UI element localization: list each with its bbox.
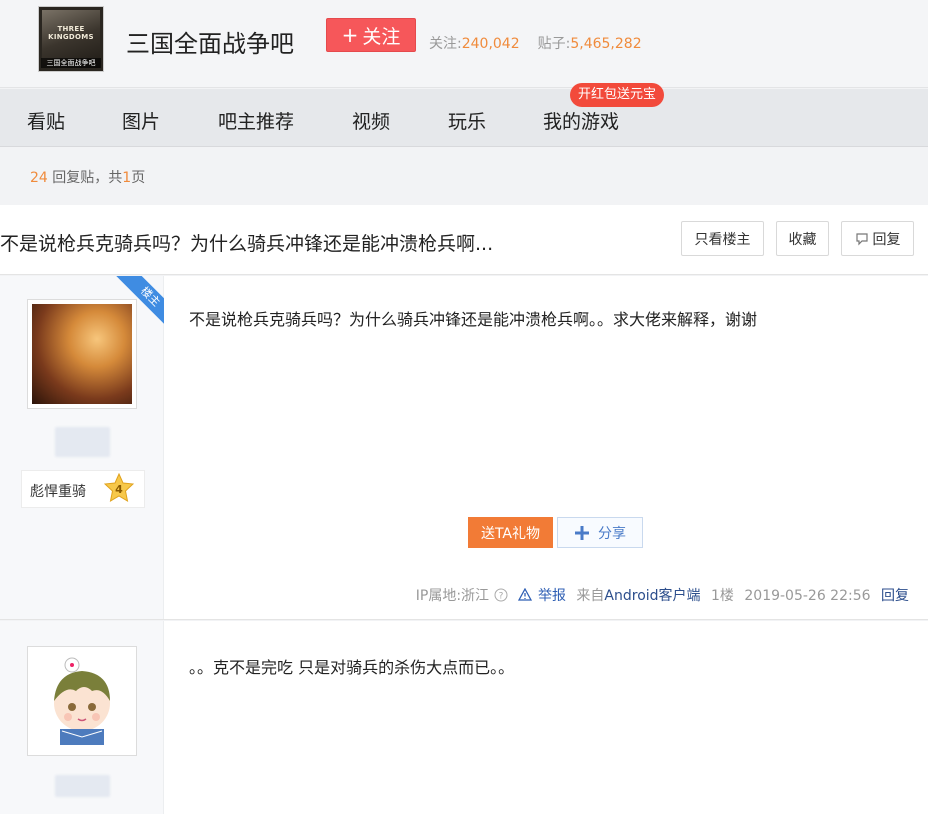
reply-label: 回复 [872,231,901,248]
author-sidebar [0,621,164,814]
source-label: 来自 [576,588,605,604]
forum-nav: 看贴 图片 吧主推荐 视频 玩乐 我的游戏 [0,89,928,147]
op-corner-tag: 楼主 [112,276,164,328]
tab-posts[interactable]: 看贴 [27,107,65,134]
followers-label: 关注: [429,36,462,52]
gift-button[interactable]: 送TA礼物 [468,517,553,548]
username-blurred[interactable] [55,427,110,457]
username-blurred[interactable] [55,775,110,797]
floor-number: 1楼 [711,588,734,604]
follow-label: 关注 [362,25,401,48]
tab-recommended[interactable]: 吧主推荐 [218,107,294,134]
post-floor-1: 彪悍重骑 4 楼主 不是说枪兵克骑兵吗？为什么骑兵冲锋还是能冲溃枪兵啊。。求大佬… [0,276,928,620]
post-floor-2: 。。克不是完吃 只是对骑兵的杀伤大点而已。。 [0,621,928,814]
forum-logo[interactable]: THREE KINGDOMS 三国全面战争吧 [38,6,104,72]
svg-text:?: ? [498,592,503,602]
post-reply-link[interactable]: 回复 [881,588,909,604]
share-icon [575,525,589,540]
client-link[interactable]: Android客户端 [604,588,700,604]
page-count-suffix: 页 [131,170,146,186]
thread-title: 不是说枪兵克骑兵吗？为什么骑兵冲锋还是能冲溃枪兵啊... [0,233,494,255]
warning-icon [517,588,532,601]
op-label: 楼主 [115,276,164,328]
posts-label: 贴子: [537,36,571,52]
plus-icon: + [341,23,359,47]
forum-stats: 关注:240,042 贴子:5,465,282 [429,33,642,53]
post-content: 不是说枪兵克骑兵吗？为什么骑兵冲锋还是能冲溃枪兵啊。。求大佬来解释，谢谢 [189,310,758,329]
comment-icon [855,232,868,245]
reply-count-bar: 24 回复贴，共1页 [0,148,928,204]
tab-videos[interactable]: 视频 [352,107,390,134]
post-time: 2019-05-26 22:56 [744,588,871,604]
logo-text: THREE KINGDOMS [48,25,94,41]
tab-images[interactable]: 图片 [122,107,160,134]
level-number: 4 [115,483,123,496]
posts-count: 5,465,282 [570,36,642,52]
avatar-image [32,651,132,751]
reply-button[interactable]: 回复 [841,221,914,256]
tab-play[interactable]: 玩乐 [448,107,486,134]
forum-title[interactable]: 三国全面战争吧 [126,24,294,59]
level-tag[interactable]: 彪悍重骑 4 [21,470,145,508]
red-packet-badge[interactable]: 开红包送元宝 [570,83,665,107]
post-meta: IP属地:浙江 ? 举报 来自Android客户端 1楼 2019-05-26 … [410,585,909,605]
forum-header: THREE KINGDOMS 三国全面战争吧 三国全面战争吧 + 关注 关注:2… [0,0,928,88]
report-label: 举报 [537,588,566,604]
post-content: 。。克不是完吃 只是对骑兵的杀伤大点而已。。 [189,658,515,677]
reply-count-number: 24 [30,170,48,186]
level-name: 彪悍重骑 [30,484,86,500]
only-op-button[interactable]: 只看楼主 [681,221,764,256]
report-link[interactable]: 举报 [517,588,570,604]
favorite-button[interactable]: 收藏 [776,221,829,256]
logo-subtitle: 三国全面战争吧 [41,58,101,68]
gift-label: 送TA礼物 [480,525,541,542]
reply-count-suffix: 回复贴，共 [52,170,123,186]
thread-title-bar: 不是说枪兵克骑兵吗？为什么骑兵冲锋还是能冲溃枪兵啊... 只看楼主 收藏 回复 [0,205,928,275]
followers-count: 240,042 [461,36,520,52]
favorite-label: 收藏 [788,231,817,248]
avatar[interactable] [27,646,137,756]
follow-button[interactable]: + 关注 [326,18,416,52]
share-button[interactable]: 分享 [557,517,643,548]
share-label: 分享 [598,525,626,542]
tab-my-games[interactable]: 我的游戏 [543,107,619,134]
level-star-icon: 4 [104,473,134,502]
ip-location: IP属地:浙江 [415,588,490,604]
page-count-number: 1 [122,170,132,186]
only-op-label: 只看楼主 [694,231,751,248]
help-icon[interactable]: ? [494,588,508,602]
reply-count: 24 回复贴，共1页 [30,167,145,187]
